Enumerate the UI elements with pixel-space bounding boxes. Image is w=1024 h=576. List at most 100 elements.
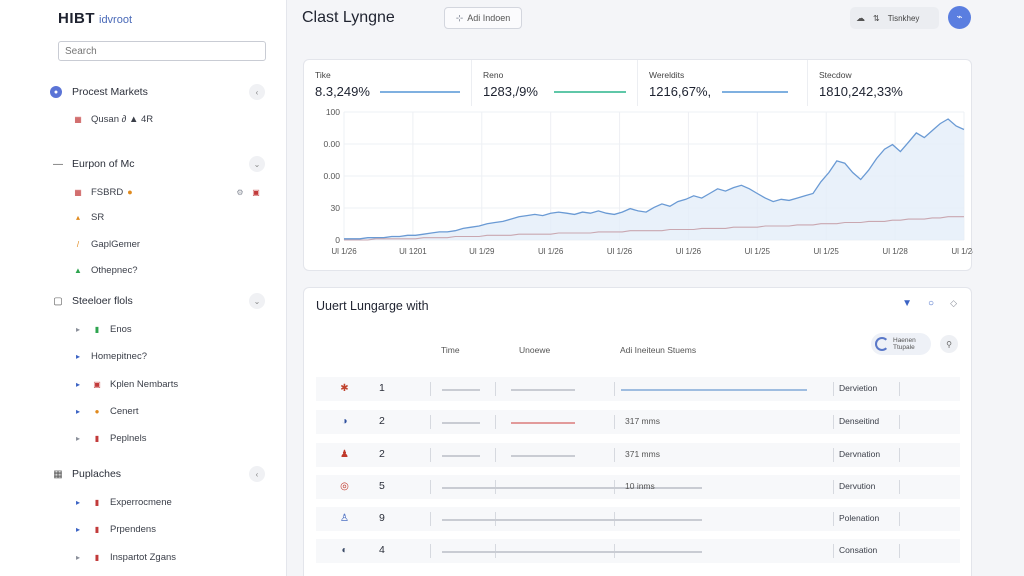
row-progress-line xyxy=(442,487,702,489)
column-divider xyxy=(899,480,900,494)
sidebar-item[interactable]: ▸ Homepitnec? xyxy=(72,347,262,365)
sidebar: HIBT idvroot ● Procest Markets ‹ ▦ Qusan … xyxy=(0,0,287,576)
spinner-icon xyxy=(875,337,889,351)
row-status: Consation xyxy=(839,545,878,555)
sidebar-item[interactable]: ▸ ▣ Kplen Nembarts xyxy=(72,375,262,393)
sidebar-section-label: Steeloer flols xyxy=(72,295,133,307)
row-duration: 317 mms xyxy=(625,416,660,426)
column-divider xyxy=(614,448,615,462)
column-divider xyxy=(899,382,900,396)
x-tick-label: Ul 1/26 xyxy=(676,247,702,256)
stat-tile: Wereldits 1216,67%, xyxy=(638,60,808,106)
sidebar-item[interactable]: ▸ ▮ Experrocmene xyxy=(72,493,262,511)
table-row[interactable]: ♙ 9 Polenation xyxy=(316,507,960,531)
sidebar-item-label: Peplnels xyxy=(110,432,147,444)
brand-subtitle: idvroot xyxy=(99,14,133,26)
x-tick-label: Ul 1/26 xyxy=(538,247,564,256)
bolt-icon: ▴ xyxy=(75,212,80,222)
sidebar-section-steeloer[interactable]: ▢ Steeloer flols ⌄ xyxy=(50,291,265,311)
filter-icon[interactable]: ▼ xyxy=(902,298,912,309)
column-divider xyxy=(495,415,496,429)
user-icon: ♙ xyxy=(340,513,349,524)
chevron-left-icon[interactable]: ‹ xyxy=(249,466,265,482)
refresh-icon[interactable]: ○ xyxy=(928,298,934,309)
row-status: Denseitind xyxy=(839,416,880,426)
row-progress-line xyxy=(442,551,702,553)
column-divider xyxy=(430,544,431,558)
chevron-down-icon[interactable]: ⌄ xyxy=(249,293,265,309)
column-divider xyxy=(430,448,431,462)
sidebar-item[interactable]: ▸ ▮ Inspartot Zgans xyxy=(72,548,262,566)
brand-logo[interactable]: HIBT idvroot xyxy=(58,10,132,27)
sidebar-item[interactable]: ▦ Qusan ∂ ▲ 4R xyxy=(72,110,262,128)
play-icon: ▸ xyxy=(75,497,80,507)
target-icon: ◎ xyxy=(340,481,349,492)
table-row[interactable]: ◑ 2 317 mms Denseitind xyxy=(316,410,960,434)
sidebar-item[interactable]: ▸ ▮ Peplnels xyxy=(72,429,262,447)
flag-icon: ▮ xyxy=(94,524,100,534)
row-number: 1 xyxy=(379,382,385,394)
sidebar-item[interactable]: ▴ SR xyxy=(72,208,262,226)
sidebar-item[interactable]: ▦ FSBRD ● ⚙ ▣ xyxy=(72,183,262,201)
more-options-icon[interactable]: ⚲ xyxy=(940,335,958,353)
sidebar-section-label: Procest Markets xyxy=(72,86,148,98)
add-button[interactable]: ⊹ Adi Indoen xyxy=(444,7,522,29)
globe-icon: ◐ xyxy=(341,545,348,556)
column-header-unoewe[interactable]: Unoewe xyxy=(519,345,550,355)
calendar-icon: ▦ xyxy=(74,187,82,197)
loading-badge[interactable]: Haenen Ttupale xyxy=(871,333,931,355)
chevron-left-icon[interactable]: ‹ xyxy=(249,84,265,100)
x-tick-label: Ul 1/25 xyxy=(814,247,840,256)
workspace-pill-label: Tisnkhey xyxy=(887,13,920,23)
avatar[interactable]: ⌁ xyxy=(948,6,971,29)
globe-icon: ◑ xyxy=(341,416,348,427)
settings-icon[interactable]: ⚙ xyxy=(234,188,246,197)
page-title: Clast Lyngne xyxy=(302,9,395,26)
column-divider xyxy=(430,415,431,429)
settings-icon[interactable]: ◇ xyxy=(950,298,957,309)
x-tick-label: Ul 1/26 xyxy=(607,247,633,256)
table-row[interactable]: ◎ 5 10 inms Dervution xyxy=(316,475,960,499)
sidebar-section-eurpon[interactable]: — Eurpon of Mc ⌄ xyxy=(50,154,265,174)
document-icon: ▮ xyxy=(94,324,100,334)
x-tick-label: Ul 1/28 xyxy=(882,247,908,256)
sidebar-section-puplaches[interactable]: ▦ Puplaches ‹ xyxy=(50,464,265,484)
column-divider xyxy=(495,448,496,462)
row-number: 5 xyxy=(379,480,385,492)
table-row[interactable]: ✱ 1 Dervietion xyxy=(316,377,960,401)
row-status: Dervietion xyxy=(839,383,878,393)
sidebar-item-label: Prpendens xyxy=(110,523,156,535)
play-icon: ▸ xyxy=(75,379,80,389)
flag-icon: ▮ xyxy=(94,433,100,443)
sidebar-item[interactable]: / GaplGemer xyxy=(72,235,262,253)
table-row[interactable]: ♟ 2 371 mms Dervnation xyxy=(316,443,960,467)
row-duration: 10 inms xyxy=(625,481,655,491)
sidebar-item[interactable]: ▸ ▮ Enos xyxy=(72,320,262,338)
y-tick-label: 100 xyxy=(326,107,340,117)
sidebar-item[interactable]: ▲ Othepnec? xyxy=(72,261,262,279)
workspace-pill[interactable]: ☁ ⇅ Tisnkhey xyxy=(850,7,939,29)
cloud-icon: ☁ xyxy=(856,12,865,23)
sidebar-item[interactable]: ▸ ● Cenert xyxy=(72,402,262,420)
asterisk-icon: ✱ xyxy=(340,383,349,394)
flag-icon[interactable]: ▣ xyxy=(250,188,262,197)
stat-tile: Reno 1283,/9% xyxy=(472,60,638,106)
chevron-down-icon[interactable]: ⌄ xyxy=(249,156,265,172)
sidebar-section-markets[interactable]: ● Procest Markets ‹ xyxy=(50,82,265,102)
stat-sparkline xyxy=(554,91,626,93)
row-number: 2 xyxy=(379,415,385,427)
circle-icon: ● xyxy=(50,86,62,98)
column-divider xyxy=(899,415,900,429)
table-card: Uuert Lungarge with ▼ ○ ◇ Time Unoewe Ad… xyxy=(303,287,972,576)
play-icon: ▸ xyxy=(75,433,80,443)
table-row[interactable]: ◐ 4 Consation xyxy=(316,539,960,563)
row-number: 2 xyxy=(379,448,385,460)
column-header-time[interactable]: Time xyxy=(441,345,460,355)
row-status: Dervnation xyxy=(839,449,881,459)
search-input[interactable] xyxy=(58,41,266,61)
column-divider xyxy=(833,480,834,494)
column-header-stuems[interactable]: Adi Ineiteun Stuems xyxy=(620,345,696,355)
play-icon: ▸ xyxy=(75,406,80,416)
sidebar-item[interactable]: ▸ ▮ Prpendens xyxy=(72,520,262,538)
x-tick-label: Ul 1/29 xyxy=(469,247,495,256)
